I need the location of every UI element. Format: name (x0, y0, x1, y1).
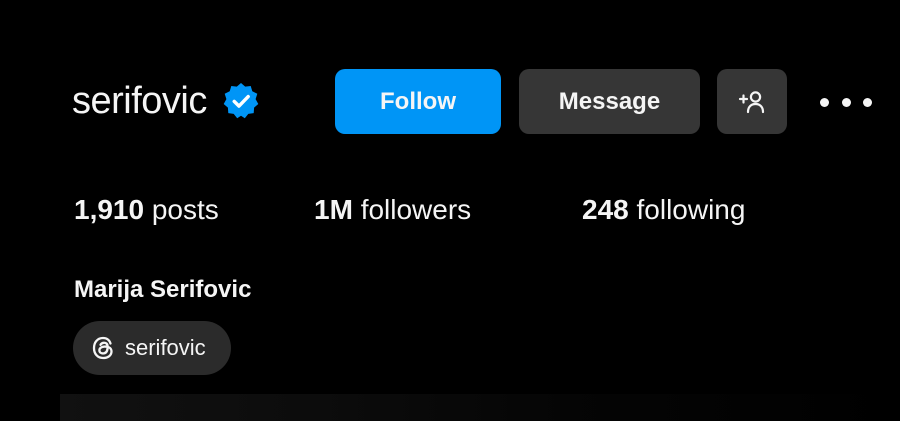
add-user-icon (738, 90, 765, 113)
more-options-icon[interactable] (820, 84, 872, 120)
following-label: following (636, 194, 746, 225)
profile-header: serifovic (72, 68, 261, 134)
more-dot (863, 97, 872, 107)
more-dot (841, 97, 851, 107)
message-button[interactable]: Message (519, 69, 700, 134)
followers-label: followers (360, 194, 472, 225)
suggest-similar-button[interactable] (717, 69, 787, 134)
more-dot (820, 97, 829, 107)
posts-count: 1,910 posts (74, 194, 219, 226)
followers-value: 1M (314, 194, 353, 225)
threads-icon (92, 336, 113, 360)
posts-label: posts (151, 194, 219, 225)
followers-link[interactable]: 1M followers (314, 194, 471, 226)
posts-value: 1,910 (74, 194, 145, 225)
profile-stats: 1,910 posts 1M followers 248 following (0, 194, 900, 234)
profile-username: serifovic (72, 79, 207, 122)
following-link[interactable]: 248 following (582, 194, 745, 226)
content-strip (60, 394, 900, 421)
threads-link[interactable]: serifovic (73, 321, 231, 375)
following-value: 248 (582, 194, 629, 225)
threads-handle: serifovic (125, 335, 206, 360)
follow-button[interactable]: Follow (335, 69, 501, 134)
verified-badge-icon (221, 81, 261, 121)
profile-full-name: Marija Serifovic (74, 276, 252, 303)
